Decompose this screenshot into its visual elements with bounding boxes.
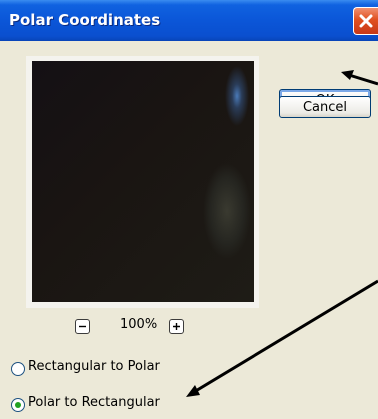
- radio-rect-to-polar[interactable]: [11, 362, 25, 376]
- zoom-out-button[interactable]: [75, 319, 90, 334]
- radio-polar-to-rect[interactable]: [11, 398, 25, 412]
- minus-icon: [79, 325, 86, 328]
- cancel-button[interactable]: Cancel: [279, 96, 371, 118]
- radio-label-rect-to-polar[interactable]: Rectangular to Polar: [28, 359, 160, 374]
- title-bar[interactable]: Polar Coordinates: [0, 0, 378, 41]
- preview-image[interactable]: [32, 61, 254, 302]
- plus-icon: [173, 323, 180, 330]
- close-button[interactable]: [353, 7, 378, 35]
- zoom-level: 100%: [120, 317, 158, 332]
- close-icon: [359, 14, 373, 28]
- radio-label-polar-to-rect[interactable]: Polar to Rectangular: [28, 395, 160, 410]
- radio-selected-dot: [15, 402, 21, 408]
- window-title: Polar Coordinates: [9, 11, 161, 29]
- zoom-in-button[interactable]: [169, 319, 184, 334]
